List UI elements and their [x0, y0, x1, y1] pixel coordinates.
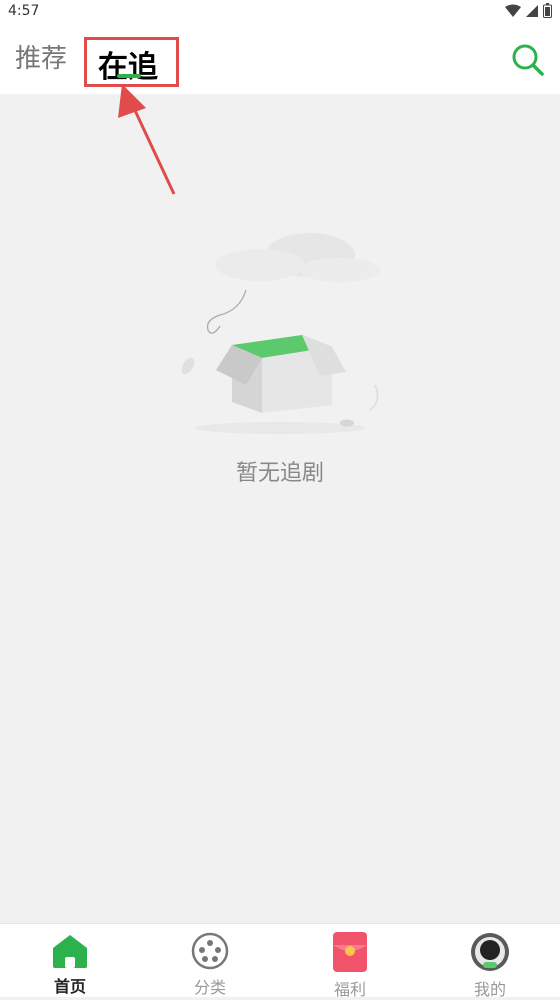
signal-icon — [526, 4, 538, 17]
content-area — [0, 94, 560, 923]
wifi-icon — [505, 4, 521, 17]
status-time: 4:57 — [8, 3, 40, 19]
annotation-highlight-box — [84, 37, 179, 87]
battery-icon — [543, 3, 552, 18]
nav-item-home[interactable]: 首页 — [0, 924, 140, 997]
empty-state-message: 暂无追剧 — [235, 461, 324, 486]
nav-label-category: 分类 — [193, 978, 226, 997]
nav-label-profile: 我的 — [473, 980, 506, 999]
nav-item-category[interactable]: 分类 — [140, 924, 280, 997]
status-icons — [505, 3, 552, 18]
search-button[interactable] — [508, 40, 548, 80]
nav-label-home: 首页 — [53, 977, 86, 996]
nav-item-profile[interactable]: 我的 — [420, 924, 560, 999]
nav-label-rewards: 福利 — [333, 980, 366, 999]
empty-box-illustration — [181, 233, 380, 434]
home-icon — [50, 932, 90, 969]
annotation-arrow — [118, 84, 176, 195]
search-icon — [512, 44, 544, 76]
bottom-nav: 首页 分类 福利 我的 — [0, 923, 560, 999]
status-bar: 4:57 — [0, 0, 560, 24]
nav-item-rewards[interactable]: 福利 — [280, 924, 420, 999]
profile-icon — [470, 932, 510, 972]
category-icon — [190, 932, 230, 970]
top-bar: 推荐 在追 — [0, 24, 560, 94]
tab-recommend[interactable]: 推荐 — [15, 38, 67, 75]
red-envelope-icon — [330, 932, 370, 972]
